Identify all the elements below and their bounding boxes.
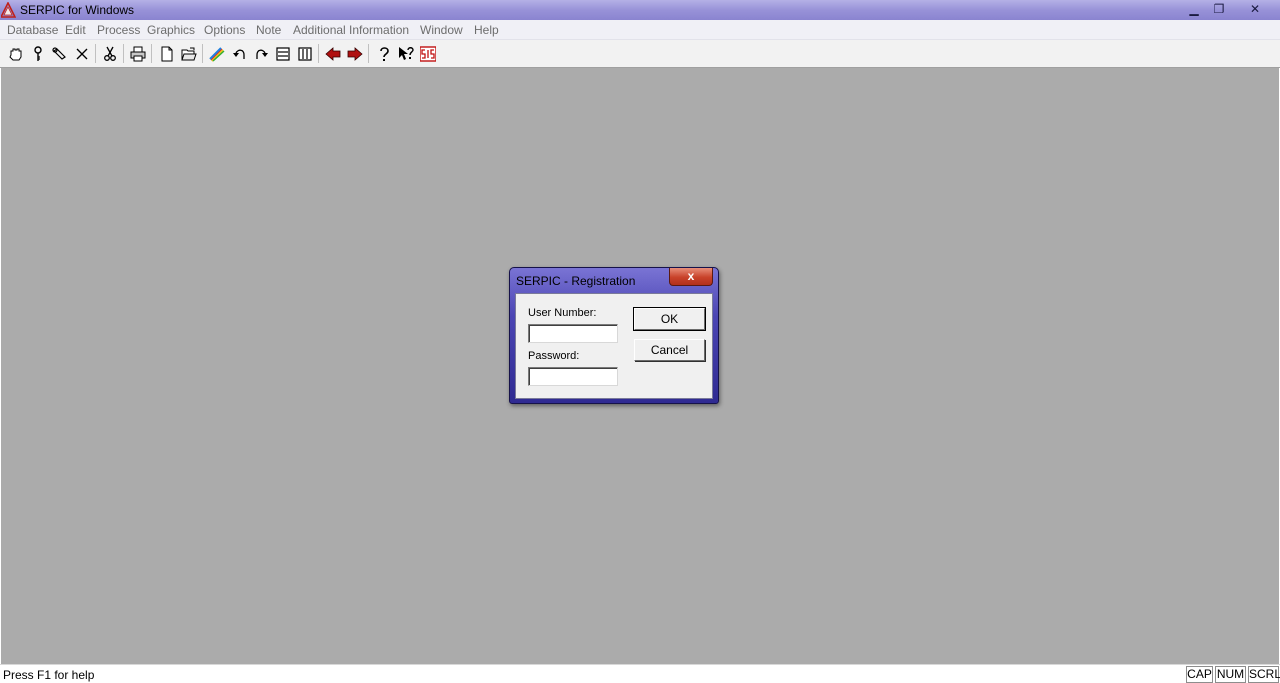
registration-dialog: SERPIC - Registration x User Number: Pas…: [509, 267, 719, 404]
menu-database[interactable]: Database: [7, 23, 58, 37]
ok-button[interactable]: OK: [633, 307, 706, 331]
redo-button[interactable]: [250, 43, 271, 64]
help-icon: [380, 47, 389, 61]
title-bar[interactable]: SERPIC for Windows ▁ ❐ ✕: [0, 0, 1280, 20]
toolbar-separator: [202, 44, 203, 63]
menu-options[interactable]: Options: [204, 23, 245, 37]
user-number-input[interactable]: [528, 324, 618, 343]
password-input[interactable]: [528, 367, 618, 386]
toolbar: [0, 40, 1280, 68]
restore-button[interactable]: ❐: [1208, 1, 1230, 17]
delete-icon: [76, 48, 88, 60]
context-help-button[interactable]: [395, 43, 416, 64]
minimize-button[interactable]: ▁: [1183, 1, 1205, 17]
close-icon: x: [687, 269, 695, 283]
toolbar-separator: [95, 44, 96, 63]
print-button[interactable]: [127, 43, 148, 64]
cut-icon: [104, 46, 116, 61]
vertical-layout-button[interactable]: [294, 43, 315, 64]
dialog-body: User Number: Password: OK Cancel: [515, 293, 713, 399]
new-document-button[interactable]: [156, 43, 177, 64]
horizontal-layout-icon: [276, 47, 290, 61]
help-button[interactable]: [373, 43, 394, 64]
user-number-label: User Number:: [528, 307, 597, 319]
undo-button[interactable]: [229, 43, 250, 64]
menu-edit[interactable]: Edit: [65, 23, 86, 37]
horizontal-layout-button[interactable]: [272, 43, 293, 64]
dialog-close-button[interactable]: x: [669, 268, 713, 286]
new-document-icon: [161, 46, 173, 62]
delete-button[interactable]: [71, 43, 92, 64]
toolbar-separator: [123, 44, 124, 63]
print-icon: [130, 46, 146, 62]
next-arrow-icon: [347, 47, 363, 61]
wrench-button[interactable]: [49, 43, 70, 64]
sis-button[interactable]: [417, 43, 438, 64]
toolbar-separator: [368, 44, 369, 63]
previous-arrow-icon: [325, 47, 341, 61]
menu-window[interactable]: Window: [420, 23, 463, 37]
rainbow-pen-icon: [209, 47, 225, 62]
cut-button[interactable]: [99, 43, 120, 64]
toolbar-separator: [151, 44, 152, 63]
minimize-icon: ▁: [1189, 2, 1199, 16]
close-button[interactable]: ✕: [1244, 1, 1266, 17]
caps-lock-indicator: CAP: [1186, 666, 1213, 683]
menu-help[interactable]: Help: [474, 23, 499, 37]
window-title: SERPIC for Windows: [20, 3, 135, 17]
menu-note[interactable]: Note: [256, 23, 281, 37]
scroll-lock-indicator: SCRL: [1248, 666, 1280, 683]
hand-button[interactable]: [5, 43, 26, 64]
key-icon: [34, 46, 42, 61]
status-help-text: Press F1 for help: [3, 668, 95, 682]
next-button[interactable]: [344, 43, 365, 64]
key-button[interactable]: [27, 43, 48, 64]
menu-graphics[interactable]: Graphics: [147, 23, 195, 37]
previous-button[interactable]: [322, 43, 343, 64]
open-folder-icon: [181, 47, 197, 61]
rainbow-pen-button[interactable]: [206, 43, 227, 64]
cancel-button[interactable]: Cancel: [634, 339, 705, 361]
num-lock-indicator: NUM: [1215, 666, 1246, 683]
toolbar-separator: [318, 44, 319, 63]
wrench-icon: [52, 47, 66, 60]
open-folder-button[interactable]: [178, 43, 199, 64]
undo-icon: [233, 49, 245, 59]
app-logo-icon: [1, 2, 16, 18]
vertical-layout-icon: [298, 47, 312, 61]
hand-icon: [9, 48, 22, 61]
status-bar: Press F1 for help CAP NUM SCRL: [0, 664, 1280, 683]
menu-bar: Database Edit Process Graphics Options N…: [0, 20, 1280, 40]
dialog-title: SERPIC - Registration: [516, 274, 636, 288]
sis-logo-icon: [420, 46, 436, 62]
restore-icon: ❐: [1213, 2, 1225, 16]
menu-process[interactable]: Process: [97, 23, 140, 37]
context-help-icon: [399, 47, 414, 60]
password-label: Password:: [528, 350, 580, 362]
redo-icon: [256, 49, 268, 59]
close-icon: ✕: [1249, 2, 1261, 16]
menu-additional-information[interactable]: Additional Information: [293, 23, 409, 37]
